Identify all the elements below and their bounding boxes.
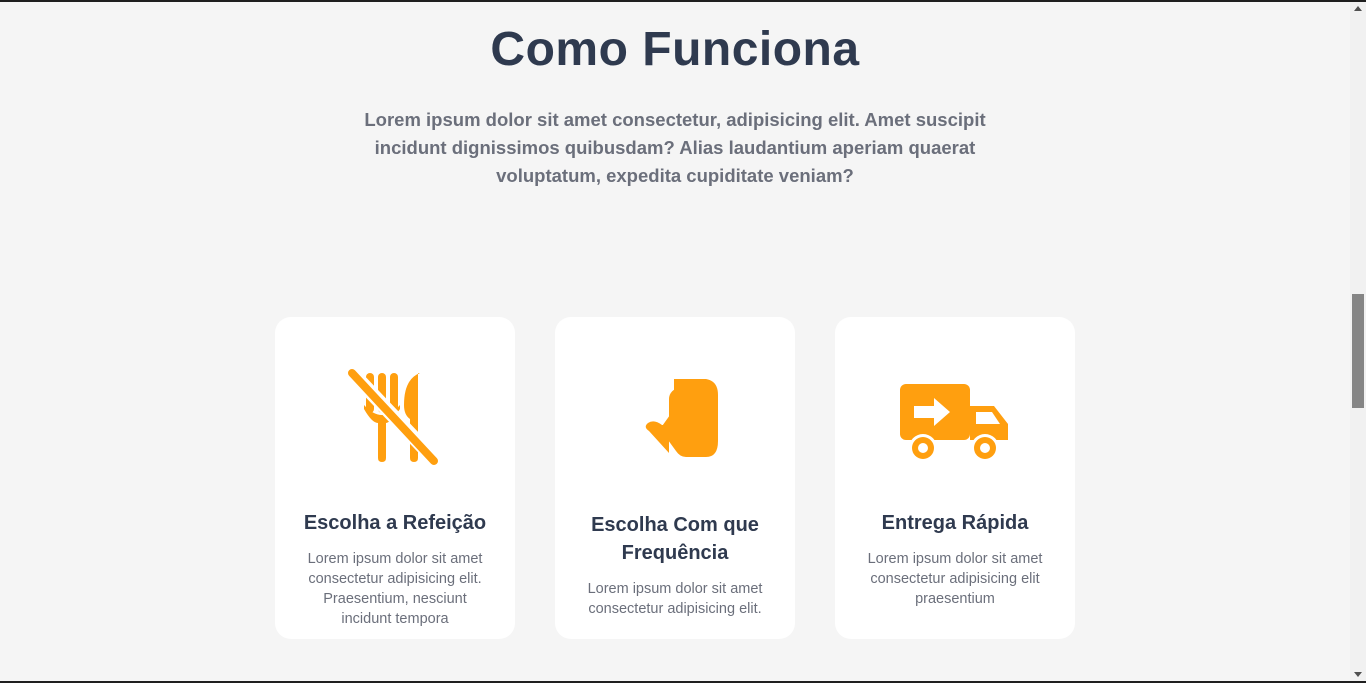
section-intro: Lorem ipsum dolor sit amet consectetur, … bbox=[340, 106, 1010, 190]
delivery-truck-icon bbox=[890, 357, 1020, 487]
desc-line: incidunt tempora bbox=[341, 611, 449, 627]
desc-line: consectetur adipisicing elit. bbox=[308, 571, 482, 587]
utensils-slash-icon bbox=[330, 343, 460, 473]
card-title: Escolha Com que Frequência bbox=[571, 511, 779, 567]
desc-line: Lorem ipsum dolor sit amet bbox=[867, 551, 1043, 567]
pointing-hand-icon bbox=[610, 343, 740, 473]
card-title: Escolha a Refeição bbox=[303, 512, 487, 534]
vertical-scrollbar[interactable] bbox=[1350, 2, 1366, 681]
page-frame: Como Funciona Lorem ipsum dolor sit amet… bbox=[0, 0, 1366, 683]
card-description: Lorem ipsum dolor sit amet consectetur a… bbox=[570, 579, 781, 619]
step-card-choose-meal: Escolha a Refeição Lorem ipsum dolor sit… bbox=[275, 317, 515, 639]
intro-line: voluptatum, expedita cupiditate veniam? bbox=[496, 165, 854, 186]
card-title: Entrega Rápida bbox=[881, 512, 1029, 534]
scroll-down-arrow-icon[interactable] bbox=[1354, 672, 1362, 677]
card-description: Lorem ipsum dolor sit amet consectetur a… bbox=[290, 549, 501, 629]
scroll-up-arrow-icon[interactable] bbox=[1354, 6, 1362, 11]
step-card-fast-delivery: Entrega Rápida Lorem ipsum dolor sit ame… bbox=[835, 317, 1075, 639]
desc-line: consectetur adipisicing elit bbox=[870, 571, 1040, 587]
step-card-choose-frequency: Escolha Com que Frequência Lorem ipsum d… bbox=[555, 317, 795, 639]
title-line: Escolha Com que bbox=[591, 514, 759, 536]
intro-line: Lorem ipsum dolor sit amet consectetur, … bbox=[364, 109, 986, 130]
desc-line: Lorem ipsum dolor sit amet bbox=[587, 581, 763, 597]
title-line: Frequência bbox=[621, 542, 729, 564]
section-title: Como Funciona bbox=[490, 23, 860, 76]
desc-line: Praesentium, nesciunt bbox=[323, 591, 467, 607]
card-description: Lorem ipsum dolor sit amet consectetur a… bbox=[850, 549, 1061, 609]
desc-line: praesentium bbox=[915, 591, 995, 607]
scrollbar-thumb[interactable] bbox=[1352, 294, 1364, 408]
intro-line: incidunt dignissimos quibusdam? Alias la… bbox=[374, 137, 976, 158]
desc-line: Lorem ipsum dolor sit amet bbox=[307, 551, 483, 567]
how-it-works-section: Como Funciona Lorem ipsum dolor sit amet… bbox=[0, 2, 1350, 681]
desc-line: consectetur adipisicing elit. bbox=[588, 601, 762, 617]
